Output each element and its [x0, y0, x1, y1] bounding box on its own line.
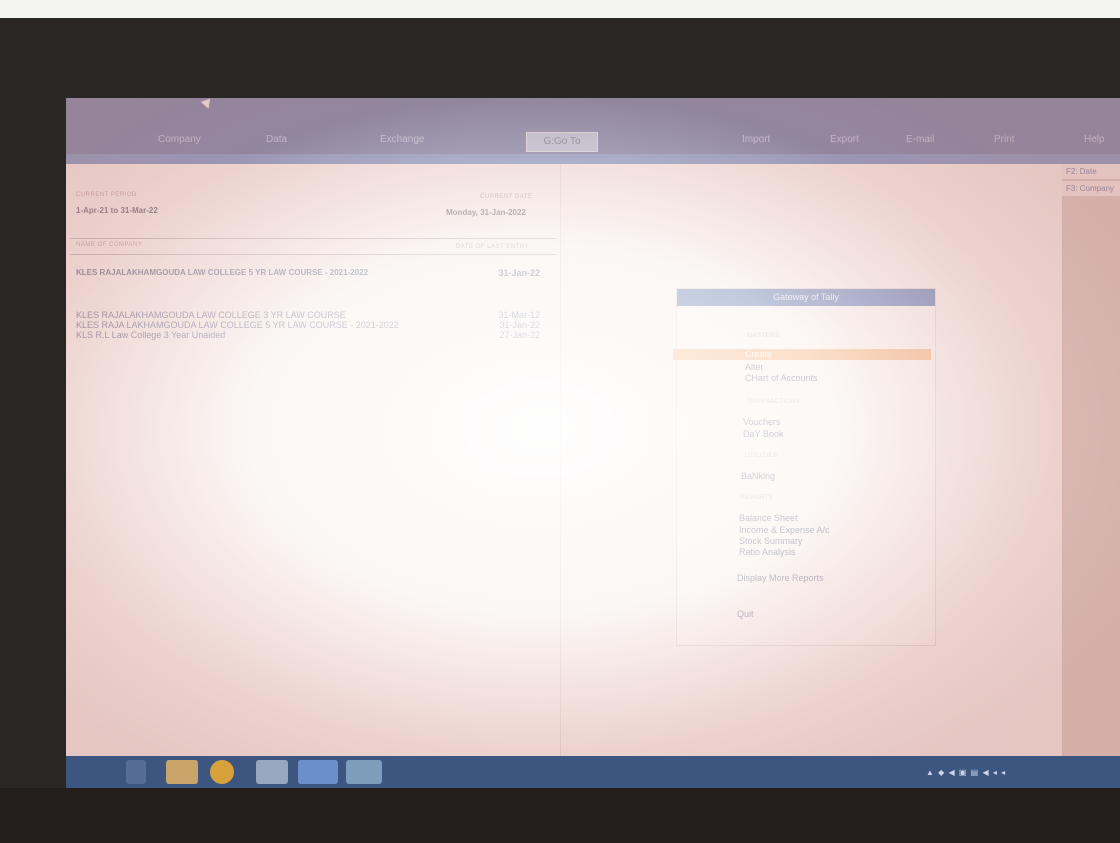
company-info-panel: CURRENT PERIOD 1-Apr-21 to 31-Mar-22 CUR… — [66, 164, 561, 788]
menu-day-book[interactable]: DaY Book — [743, 429, 783, 439]
current-period-label: CURRENT PERIOD — [76, 192, 137, 198]
menu-email[interactable]: E-mail — [906, 134, 934, 145]
company-row-2[interactable]: KLES RAJA LAKHAMGOUDA LAW COLLEGE 5 YR L… — [76, 320, 399, 330]
f2-date-button[interactable]: F2: Date — [1062, 164, 1120, 180]
folder-icon[interactable] — [256, 760, 288, 784]
chrome-icon[interactable] — [346, 760, 382, 784]
current-period-value: 1-Apr-21 to 31-Mar-22 — [76, 206, 158, 215]
menu-export[interactable]: Export — [830, 134, 859, 145]
utilities-heading: UTILITIES — [745, 453, 778, 459]
menu-alter[interactable]: Alter — [745, 362, 764, 372]
company-name-header: NAME OF COMPANY — [76, 242, 143, 248]
goto-button[interactable]: G:Go To — [526, 132, 598, 152]
company-row-3[interactable]: KLS R.L Law College 3 Year Unaided — [76, 330, 225, 340]
menu-help[interactable]: Help — [1084, 134, 1105, 145]
menu-stock-summary[interactable]: Stock Summary — [739, 536, 803, 546]
menu-exchange[interactable]: Exchange — [380, 134, 424, 145]
last-entry-header: DATE OF LAST ENTRY — [456, 244, 530, 250]
active-company-name[interactable]: KLES RAJALAKHAMGOUDA LAW COLLEGE 5 YR LA… — [76, 268, 368, 277]
system-tray-icon: ▲ ◆ ◀ ▣ ▤ ◀ ◂ ◂ — [926, 768, 1007, 777]
company-row-1[interactable]: KLES RAJALAKHAMGOUDA LAW COLLEGE 3 YR LA… — [76, 310, 346, 320]
menu-import[interactable]: Import — [742, 134, 770, 145]
photo-border-bottom — [0, 788, 1120, 843]
file-explorer-icon[interactable] — [166, 760, 198, 784]
menu-company[interactable]: Company — [158, 134, 201, 145]
header-divider-bottom — [70, 254, 556, 255]
menu-print[interactable]: Print — [994, 134, 1015, 145]
menu-vouchers[interactable]: Vouchers — [743, 417, 781, 427]
menu-income-expense[interactable]: Income & Expense A/c — [739, 525, 830, 535]
menu-balance-sheet[interactable]: Balance Sheet — [739, 513, 798, 523]
current-date-value: Monday, 31-Jan-2022 — [446, 208, 526, 217]
header-divider — [70, 238, 556, 239]
selection-highlight — [673, 349, 931, 360]
start-icon[interactable] — [126, 760, 146, 784]
menu-create[interactable]: Create — [745, 349, 772, 359]
gateway-title: Gateway of Tally — [677, 289, 935, 306]
menu-banking[interactable]: BaNking — [741, 471, 775, 481]
company-row-2-date: 31-Jan-22 — [499, 320, 540, 330]
company-row-1-date: 31-Mar-12 — [498, 310, 540, 320]
tally-app-icon[interactable] — [298, 760, 338, 784]
menu-quit[interactable]: Quit — [737, 609, 754, 619]
function-key-panel: F2: Date F3: Company — [1062, 164, 1120, 788]
current-date-label: CURRENT DATE — [480, 194, 533, 200]
photo-border-top — [0, 0, 1120, 18]
menu-ratio-analysis[interactable]: Ratio Analysis — [739, 547, 796, 557]
company-row-3-date: 27-Jan-22 — [499, 330, 540, 340]
active-company-date: 31-Jan-22 — [498, 268, 540, 278]
tally-screen: Company Data Exchange G:Go To Import Exp… — [66, 98, 1120, 788]
top-menu-bar: Company Data Exchange G:Go To Import Exp… — [66, 98, 1120, 154]
reports-heading: REPORTS — [741, 495, 774, 501]
mouse-pointer-icon — [200, 98, 214, 111]
menu-chart-of-accounts[interactable]: CHart of Accounts — [745, 373, 818, 383]
menu-data[interactable]: Data — [266, 134, 287, 145]
masters-heading: MASTERS — [747, 333, 780, 339]
f3-company-button[interactable]: F3: Company — [1062, 181, 1120, 197]
menu-display-more-reports[interactable]: Display More Reports — [737, 573, 824, 583]
browser-icon[interactable] — [210, 760, 234, 784]
gateway-of-tally-menu: Gateway of Tally MASTERS Create Alter CH… — [673, 288, 936, 646]
transactions-heading: TRANSACTIONS — [747, 399, 801, 405]
windows-taskbar: ▲ ◆ ◀ ▣ ▤ ◀ ◂ ◂ — [66, 756, 1120, 788]
title-strip — [66, 154, 1120, 164]
